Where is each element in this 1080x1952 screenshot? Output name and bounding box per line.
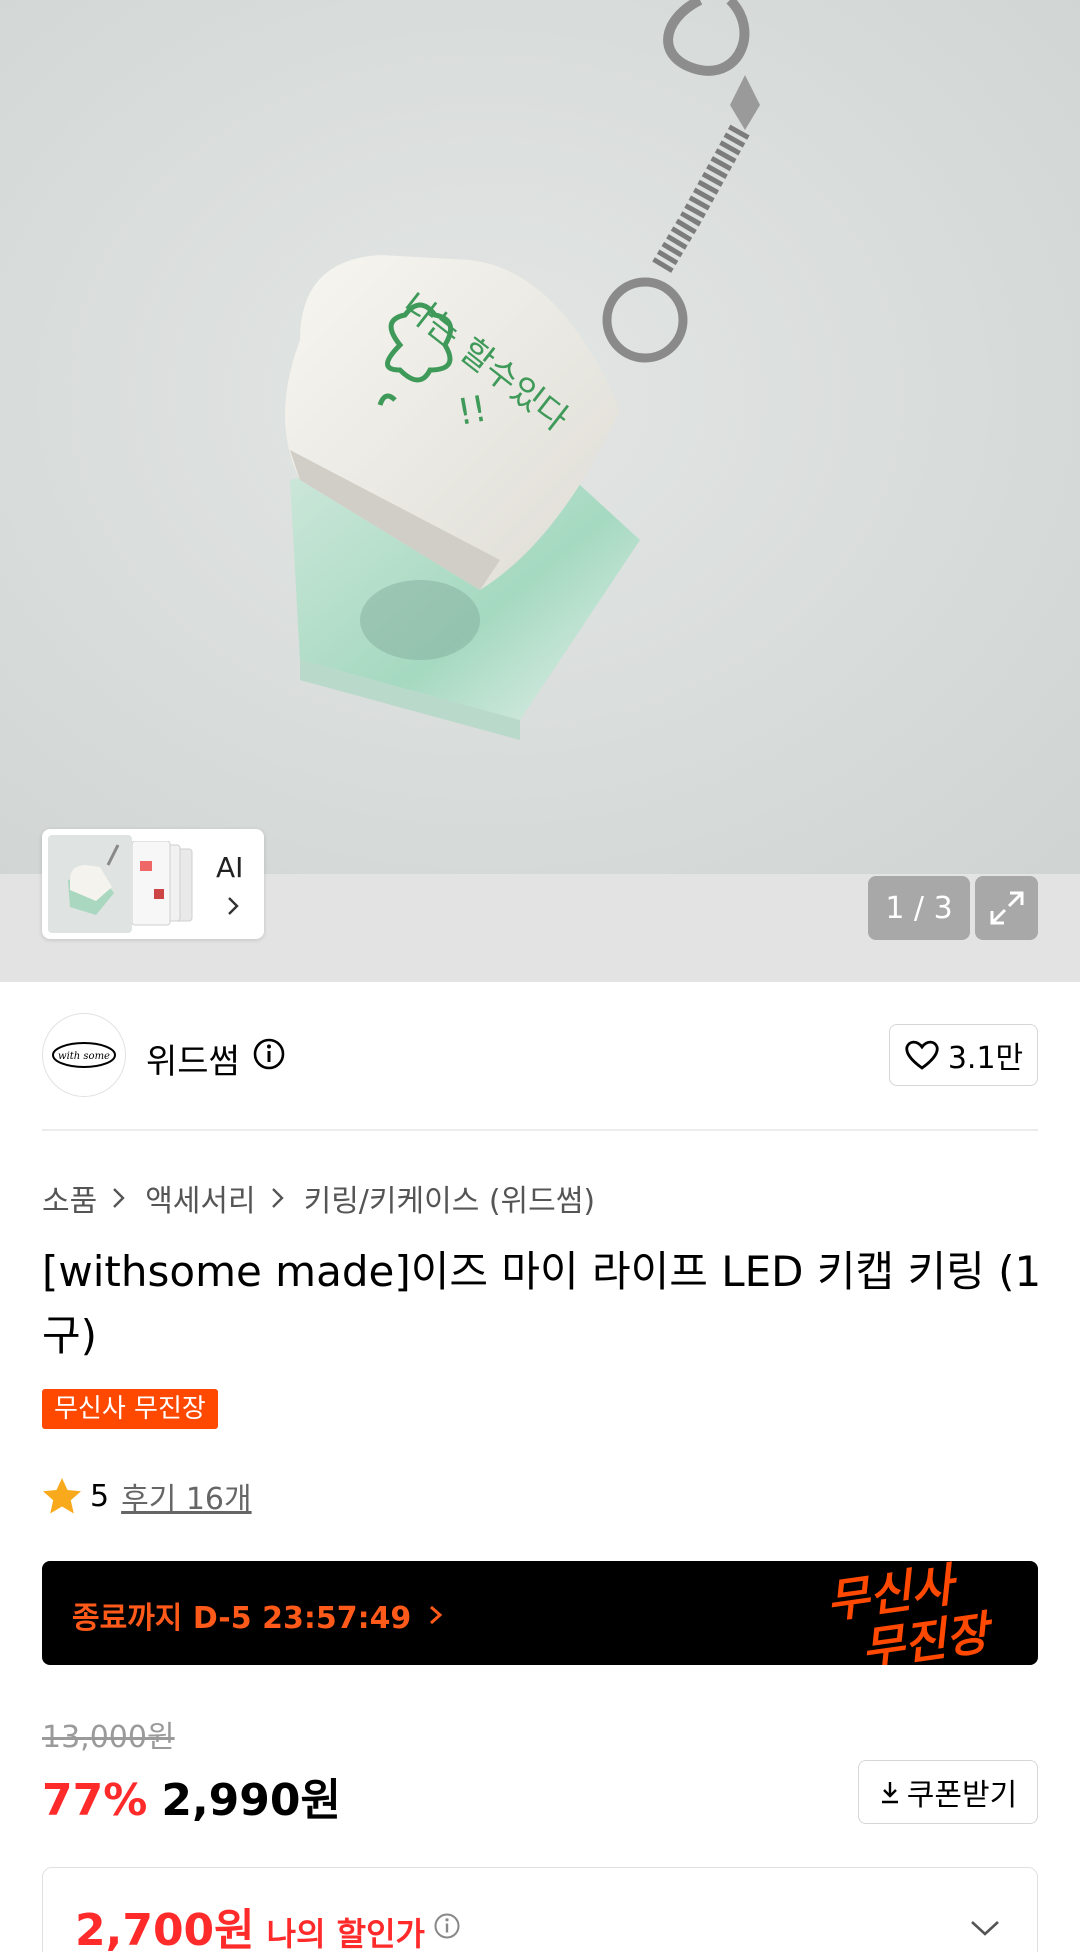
chevron-right-icon [228,897,239,915]
product-title: [withsome made]이즈 마이 라이프 LED 키캡 키링 (1구) [42,1247,1042,1360]
review-link[interactable]: 후기 16개 [121,1474,252,1518]
rating-row: 5 후기 16개 [42,1474,252,1518]
price-row: 77% 2,990원 [42,1764,341,1828]
download-icon [881,1782,898,1804]
my-price-amount: 2,700원 [75,1905,255,1952]
countdown-text: 종료까지 D-5 23:57:49 [72,1601,412,1636]
chevron-right-icon [271,1188,284,1208]
image-counter: 1 / 3 [868,876,970,940]
breadcrumb: 소품 액세서리 키링/키케이스 (위드썸) [42,1176,595,1220]
like-count: 3.1만 [947,1041,1024,1076]
product-image-gallery[interactable]: 나는 할수있다 !! AI 1 / 3 [0,0,1080,982]
star-icon [43,1478,81,1514]
coupon-label: 쿠폰받기 [906,1778,1018,1813]
thumbnail-stack-image [132,841,193,926]
ai-label: AI [216,851,244,884]
my-discount-price-panel[interactable]: 2,700원 나의 할인가 [42,1867,1038,1952]
breadcrumb-item-accessories[interactable]: 액세서리 [145,1176,255,1220]
ai-thumbnail-button[interactable]: AI [42,829,264,939]
event-badge: 무신사 무진장 [42,1389,218,1429]
store-logo[interactable]: with some [42,1013,126,1097]
sale-price: 2,990원 [161,1775,341,1826]
coupon-download-button[interactable]: 쿠폰받기 [858,1760,1038,1824]
chevron-down-icon [971,1921,999,1936]
discount-rate: 77% [42,1775,148,1826]
my-price-row: 2,700원 나의 할인가 [75,1894,461,1952]
rating-score: 5 [90,1478,110,1514]
thumbnail-image [48,835,132,933]
store-logo-image: with some [52,1042,116,1068]
info-icon[interactable] [252,1037,286,1071]
product-photo: 나는 할수있다 !! [0,0,1080,874]
expand-icon [990,891,1023,925]
event-logo: 무신사 무진장 [823,1561,998,1665]
expand-button[interactable] [975,876,1038,940]
store-name[interactable]: 위드썸 [146,1034,240,1083]
breadcrumb-item-keyring[interactable]: 키링/키케이스 (위드썸) [304,1176,595,1220]
event-timer-banner[interactable]: 종료까지 D-5 23:57:49 무신사 무진장 [42,1561,1038,1665]
info-icon[interactable] [433,1912,461,1940]
heart-icon [905,1040,939,1070]
chevron-right-icon [430,1605,443,1625]
breadcrumb-item-accessories-root[interactable]: 소품 [42,1176,97,1220]
timer-text-row: 종료까지 D-5 23:57:49 [72,1593,445,1637]
like-button[interactable]: 3.1만 [889,1024,1038,1086]
divider [42,1129,1038,1131]
chevron-right-icon [113,1188,125,1208]
svg-text:with some: with some [58,1051,110,1062]
my-price-label: 나의 할인가 [266,1915,425,1952]
original-price: 13,000원 [42,1720,175,1755]
